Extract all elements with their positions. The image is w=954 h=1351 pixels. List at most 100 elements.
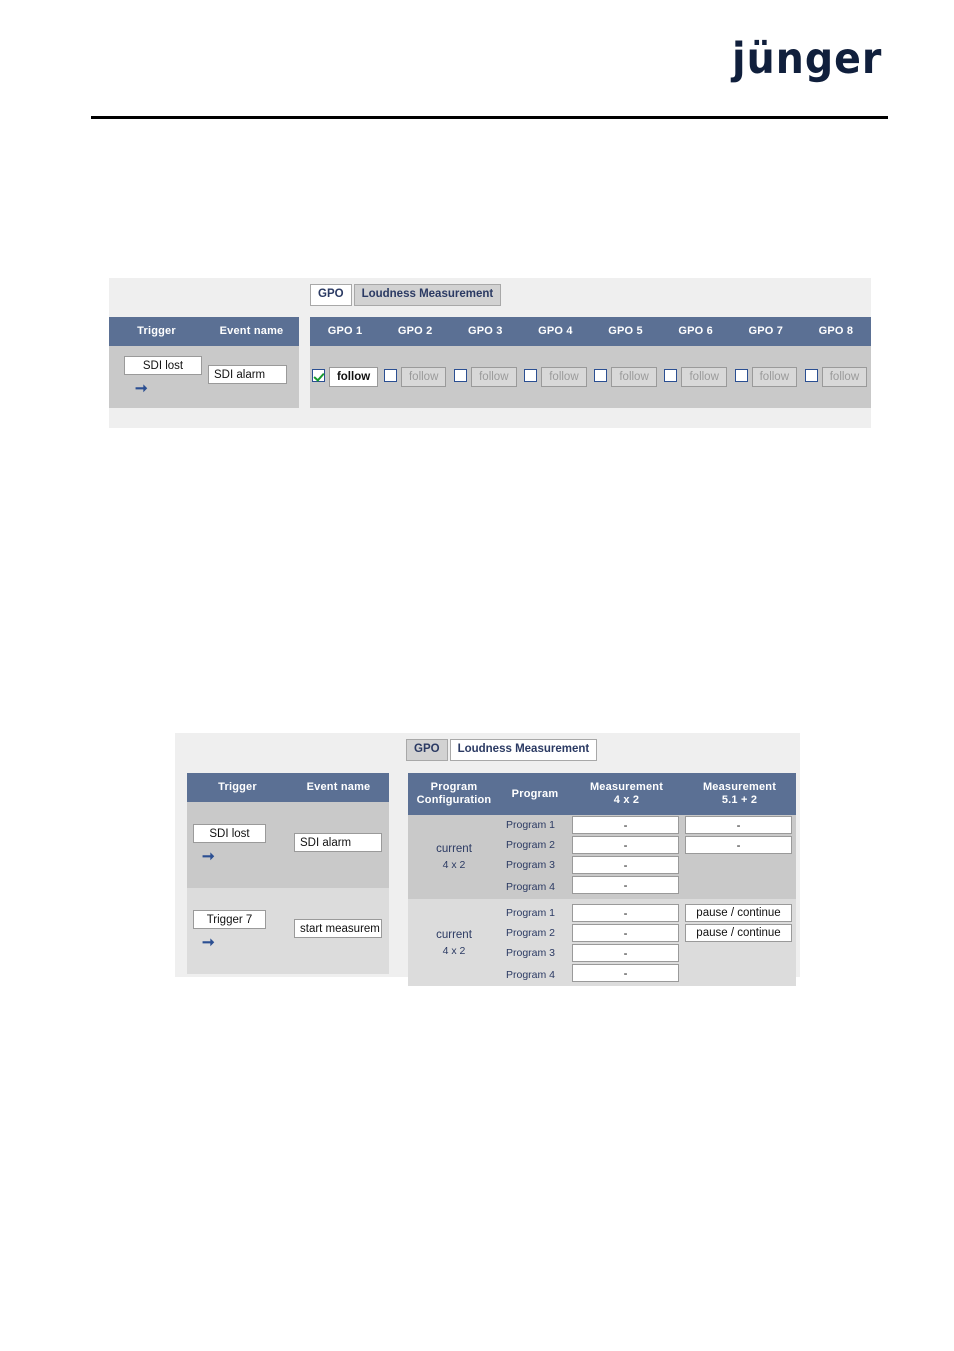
measurement-4x2-value[interactable]: - [572, 836, 679, 854]
tab-gpo[interactable]: GPO [310, 284, 352, 306]
program-configuration-title: current [436, 843, 472, 855]
measurement-4x2-value[interactable]: - [572, 964, 679, 982]
gpo-5-follow-button[interactable]: follow [611, 367, 657, 387]
trigger-select[interactable]: Trigger 7 [193, 910, 266, 929]
program-configuration-sub: 4 x 2 [442, 859, 466, 871]
col-gpo-5: GPO 5 [608, 325, 643, 337]
junger-logo: jünger [731, 34, 882, 84]
trigger-select[interactable]: SDI lost [193, 824, 266, 843]
gpo-3-checkbox[interactable] [454, 369, 468, 383]
table-row: SDI lost ➞ SDI alarm [187, 802, 389, 888]
gpo-7-checkbox[interactable] [734, 369, 748, 383]
tab-gpo[interactable]: GPO [406, 739, 448, 761]
table-row: follow follow follow follow follow follo… [310, 346, 871, 408]
program-configuration-cell: current 4 x 2 [408, 815, 500, 899]
event-name-input[interactable]: SDI alarm [294, 833, 382, 852]
measurement-4x2-cell: - [570, 943, 683, 963]
loudness-panel-tabbar: GPO Loudness Measurement [406, 739, 598, 761]
trigger-cell: Trigger 7 ➞ [187, 888, 288, 974]
pause-continue-button[interactable]: pause / continue [685, 924, 792, 942]
program-label: Program 2 [506, 839, 556, 851]
gpo-6-cell: follow [661, 346, 731, 408]
program-label: Program 3 [506, 947, 556, 959]
pause-continue-button[interactable]: pause / continue [685, 904, 792, 922]
gpo-2-checkbox[interactable] [383, 369, 397, 383]
col-program-configuration-line2: Configuration [416, 794, 492, 806]
measurement-4x2-value[interactable]: - [572, 944, 679, 962]
measurement-table: Program Configuration Program Measuremen… [408, 773, 796, 986]
gpo-4-follow-button[interactable]: follow [541, 367, 587, 387]
measurement-4x2-cell: - [570, 815, 683, 835]
gpo-5-checkbox[interactable] [594, 369, 608, 383]
measurement-4x2-value[interactable]: - [572, 924, 679, 942]
col-event-name: Event name [306, 781, 371, 793]
measurement-51-2-cell: - [683, 835, 796, 855]
event-name-input[interactable]: start measurem [294, 919, 382, 938]
measurement-4x2-value[interactable]: - [572, 856, 679, 874]
measurement-4x2-cell: - [570, 835, 683, 855]
program-label: Program 1 [506, 907, 556, 919]
measurement-4x2-value[interactable]: - [572, 876, 679, 894]
measurement-4x2-value[interactable]: - [572, 816, 679, 834]
tab-loudness-measurement[interactable]: Loudness Measurement [353, 284, 502, 306]
table-row: current 4 x 2 Program 1 - pause / contin… [408, 899, 796, 957]
gpo-8-checkbox[interactable] [804, 369, 818, 383]
col-gpo-7: GPO 7 [748, 325, 784, 337]
program-configuration-title: current [436, 928, 472, 941]
col-measurement-4x2-line1: Measurement [589, 781, 664, 793]
col-gpo-4: GPO 4 [538, 325, 573, 337]
col-gpo-6: GPO 6 [678, 325, 713, 337]
gpo-6-follow-button[interactable]: follow [681, 367, 727, 387]
col-program-configuration: Program Configuration [408, 773, 500, 815]
table-header-row: Program Configuration Program Measuremen… [408, 773, 796, 815]
measurement-4x2-cell: - [570, 923, 683, 943]
gpo-4-checkbox[interactable] [524, 369, 538, 383]
col-measurement-51-2: Measurement 5.1 + 2 [683, 773, 796, 815]
gpo-6-checkbox[interactable] [664, 369, 678, 383]
event-name-cell: start measurem [288, 888, 389, 974]
measurement-4x2-cell: - [570, 855, 683, 875]
gpo-7-follow-button[interactable]: follow [751, 367, 798, 387]
trigger-select[interactable]: SDI lost [124, 356, 202, 375]
arrow-right-icon: ➞ [202, 847, 215, 865]
event-name-cell: SDI alarm [288, 802, 389, 888]
col-program: Program [511, 787, 559, 800]
arrow-right-icon: ➞ [202, 933, 215, 951]
program-configuration-sub: 4 x 2 [442, 944, 466, 957]
trigger-cell: SDI lost ➞ [109, 346, 204, 408]
measurement-51-2-value[interactable]: - [685, 816, 792, 834]
measurement-51-2-value[interactable]: - [685, 836, 792, 854]
measurement-51-2-empty [683, 855, 796, 875]
measurement-4x2-cell: - [570, 963, 683, 986]
gpo-3-follow-button[interactable]: follow [471, 367, 517, 387]
measurement-51-2-cell: - [683, 815, 796, 835]
header-divider [91, 116, 888, 119]
measurement-51-2-empty [683, 875, 796, 899]
gpo-7-cell: follow [731, 346, 801, 408]
col-trigger: Trigger [218, 781, 257, 793]
gpo-8-follow-button[interactable]: follow [821, 367, 868, 387]
measurement-51-2-cell: pause / continue [683, 923, 796, 943]
gpo-2-cell: follow [380, 346, 450, 408]
measurement-4x2-cell: - [570, 899, 683, 923]
gpo-4-cell: follow [520, 346, 590, 408]
gpo-2-follow-button[interactable]: follow [400, 367, 447, 387]
gpo-1-follow-button[interactable]: follow [328, 367, 379, 387]
gpo-screenshot-panel: GPO Loudness Measurement Trigger Event n… [109, 278, 871, 428]
col-gpo-8: GPO 8 [818, 325, 854, 337]
event-name-input[interactable]: SDI alarm [208, 365, 287, 384]
table-header-row: GPO 1 GPO 2 GPO 3 GPO 4 GPO 5 GPO 6 GPO … [310, 317, 871, 346]
measurement-51-2-empty [683, 963, 796, 986]
measurement-4x2-value[interactable]: - [572, 904, 679, 922]
col-gpo-2: GPO 2 [397, 325, 433, 337]
tab-loudness-measurement[interactable]: Loudness Measurement [449, 739, 598, 761]
program-label: Program 2 [506, 927, 556, 939]
arrow-right-icon: ➞ [135, 379, 148, 397]
gpo-1-checkbox[interactable] [311, 369, 325, 383]
program-configuration-cell: current 4 x 2 [408, 899, 500, 986]
program-label: Program 4 [506, 968, 556, 981]
trigger-table: Trigger Event name SDI lost ➞ SDI alarm … [187, 773, 389, 974]
gpo-5-cell: follow [591, 346, 661, 408]
table-header-row: Trigger Event name [109, 317, 299, 346]
col-measurement-4x2: Measurement 4 x 2 [570, 773, 683, 815]
